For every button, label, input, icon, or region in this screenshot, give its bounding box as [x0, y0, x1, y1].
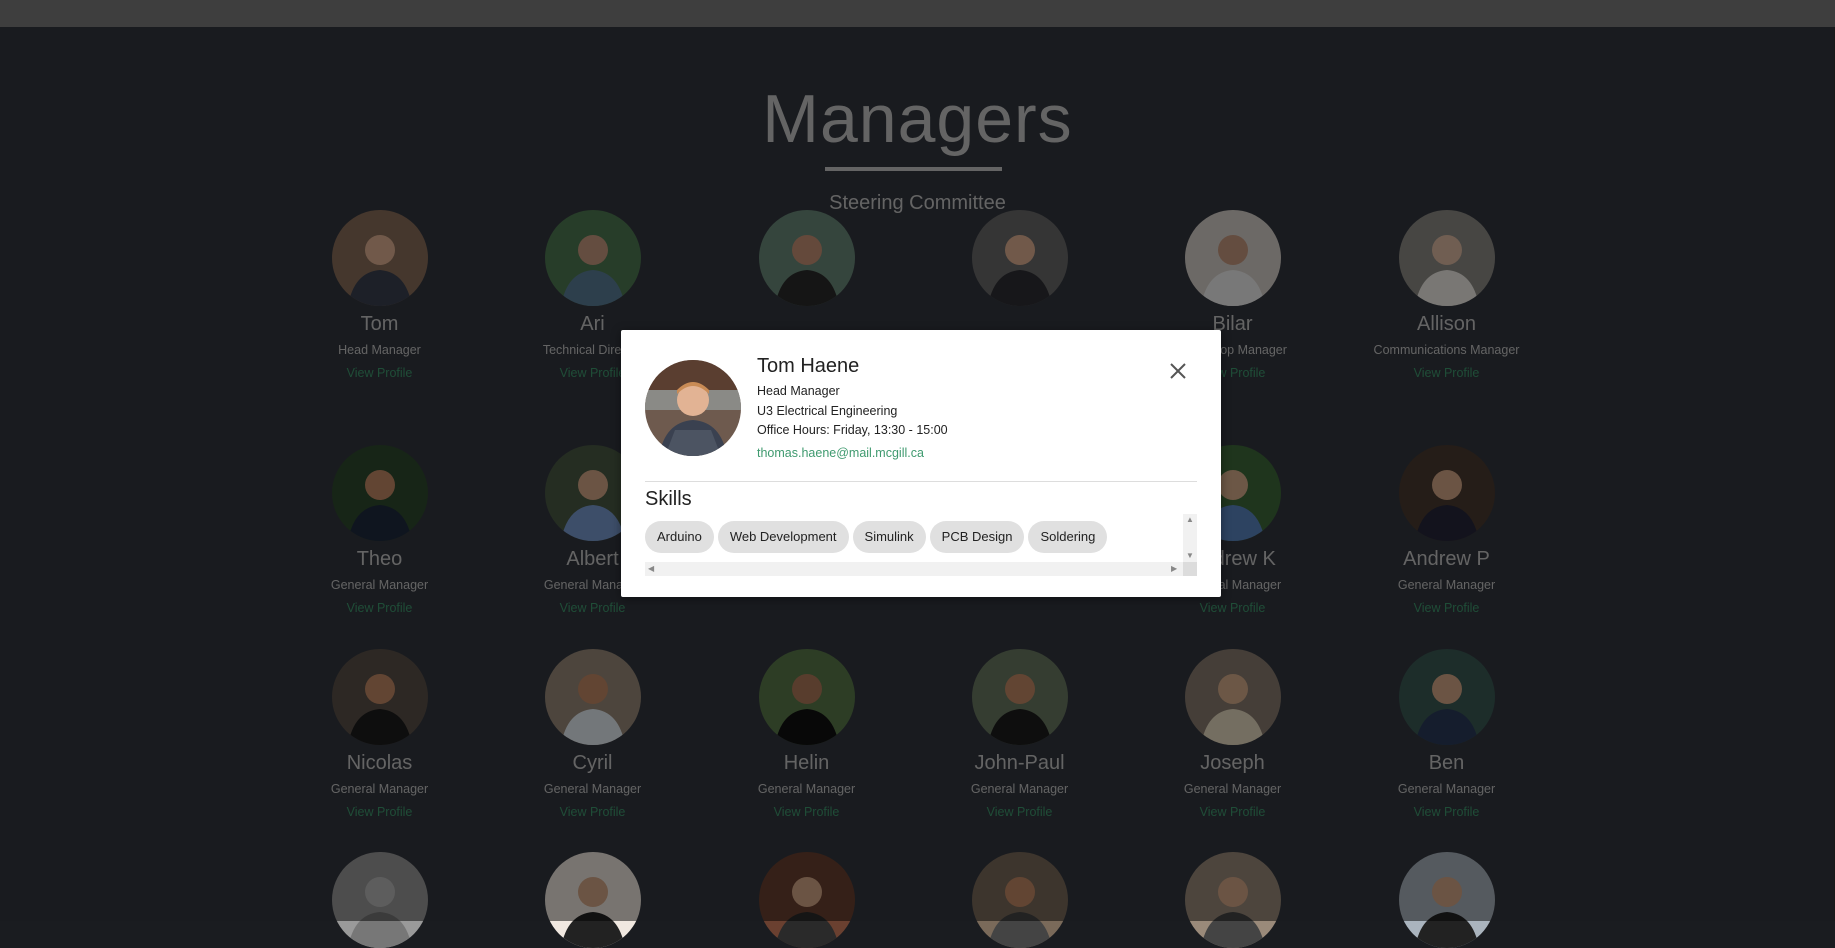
skills-scroll-area[interactable]: Arduino Web Development Simulink PCB Design…	[645, 514, 1197, 576]
scroll-left-icon[interactable]: ◀	[648, 565, 654, 573]
skill-chip: Arduino	[645, 521, 714, 553]
profile-modal: Tom Haene Head Manager U3 Electrical Eng…	[621, 330, 1221, 597]
scroll-right-icon[interactable]: ▶	[1171, 565, 1177, 573]
skills-horizontal-scrollbar[interactable]: ◀ ▶	[645, 562, 1183, 576]
modal-avatar	[645, 360, 741, 456]
scrollbar-corner	[1183, 562, 1197, 576]
modal-role: Head Manager	[757, 384, 840, 398]
skills-vertical-scrollbar[interactable]: ▲ ▼	[1183, 514, 1197, 562]
scroll-up-icon[interactable]: ▲	[1186, 516, 1194, 524]
modal-name: Tom Haene	[757, 355, 860, 377]
modal-divider	[645, 481, 1197, 482]
skill-chip: PCB Design	[929, 521, 1025, 553]
skill-chip: Simulink	[852, 521, 926, 553]
skills-list: Arduino Web Development Simulink PCB Design…	[645, 521, 1108, 553]
skill-chip: Web Development	[717, 521, 849, 553]
skills-heading: Skills	[645, 488, 692, 510]
scroll-down-icon[interactable]: ▼	[1186, 552, 1194, 560]
close-icon[interactable]	[1167, 360, 1189, 382]
modal-program: U3 Electrical Engineering	[757, 404, 898, 418]
modal-office-hours: Office Hours: Friday, 13:30 - 15:00	[757, 423, 948, 437]
skill-chip: Soldering	[1028, 521, 1108, 553]
modal-email-link[interactable]: thomas.haene@mail.mcgill.ca	[757, 446, 924, 460]
